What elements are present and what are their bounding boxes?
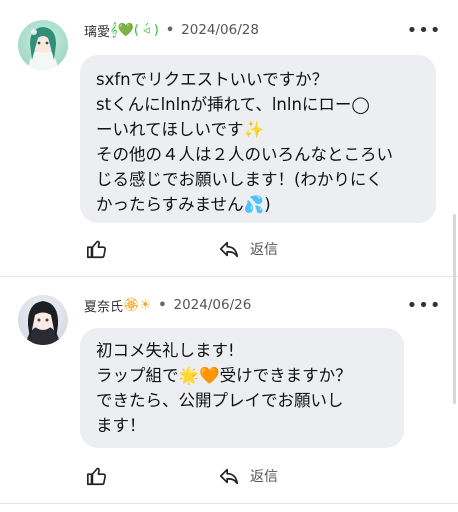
comment-line: ーいれてほしいです✨ xyxy=(96,120,265,139)
reply-arrow-icon xyxy=(219,468,239,485)
author-emojis: 🏵☀ xyxy=(123,297,152,313)
comment-line: かったらすみません💦) xyxy=(96,195,271,214)
reply-label: 返信 xyxy=(250,469,278,485)
comment-date: 2024/06/28 xyxy=(181,22,259,38)
reply-arrow-icon xyxy=(219,241,239,258)
author-name[interactable]: 璃愛 xyxy=(84,21,110,40)
scrollbar[interactable] xyxy=(453,214,456,404)
author-name[interactable]: 夏奈氏 xyxy=(84,296,123,315)
comment-line: ます！ xyxy=(96,416,146,435)
comment-line: できたら、公開プレイでお願いし xyxy=(96,391,344,410)
avatar[interactable] xyxy=(18,20,68,70)
thumbs-up-icon xyxy=(87,467,106,486)
comment-divider xyxy=(0,276,458,277)
comment-actions: 返信 xyxy=(84,463,384,489)
comment-line: その他の４人は２人のいろんなところい xyxy=(96,145,393,164)
comment-line: 初コメ失礼します! xyxy=(96,341,235,360)
comment-bubble: sxfnでリクエストいいですか？ stくんにlnlnが挿れて、lnlnにロー◯ … xyxy=(80,55,436,223)
reply-button[interactable]: 返信 xyxy=(218,463,278,489)
thumbs-up-icon xyxy=(87,240,106,259)
author-emojis: 𝄞💚( ◃́ ) xyxy=(110,22,159,38)
comment-date: 2024/06/26 xyxy=(173,297,252,313)
like-button[interactable] xyxy=(84,463,110,489)
comment-bubble: 初コメ失礼します! ラップ組で🌟🧡受けできますか？ できたら、公開プレイでお願い… xyxy=(80,328,404,448)
avatar-illustration xyxy=(26,301,60,345)
comment-actions: 返信 xyxy=(84,236,384,262)
meta-separator: • xyxy=(165,22,175,38)
comment-divider xyxy=(0,503,458,504)
comment-line: stくんにlnlnが挿れて、lnlnにロー◯ xyxy=(96,95,370,114)
reply-label: 返信 xyxy=(250,242,278,258)
avatar-illustration xyxy=(28,27,58,70)
meta-separator: • xyxy=(158,297,167,313)
comment-line: ラップ組で🌟🧡受けできますか？ xyxy=(96,366,352,385)
more-options-button[interactable]: ••• xyxy=(407,295,441,316)
comment-meta: 璃愛 𝄞💚( ◃́ ) • 2024/06/28 xyxy=(84,20,259,40)
comment-meta: 夏奈氏 🏵☀ • 2024/06/26 xyxy=(84,295,251,315)
more-options-button[interactable]: ••• xyxy=(407,20,441,41)
reply-button[interactable]: 返信 xyxy=(218,236,278,262)
like-button[interactable] xyxy=(84,236,110,262)
comment-line: sxfnでリクエストいいですか？ xyxy=(96,70,329,89)
comment-line: じる感じでお願いします！(わかりにく xyxy=(96,170,383,189)
avatar[interactable] xyxy=(18,295,68,345)
